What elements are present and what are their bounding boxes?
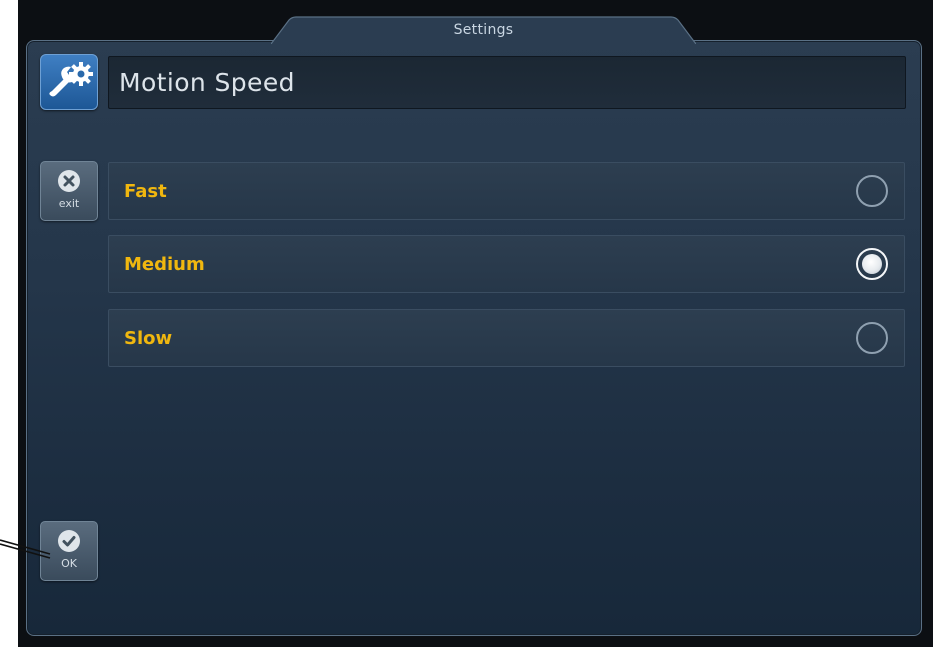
page-title: Motion Speed (119, 68, 295, 97)
exit-button[interactable]: exit (40, 161, 98, 221)
settings-app-button[interactable] (40, 54, 98, 110)
option-label: Slow (124, 328, 173, 349)
close-circle-icon (58, 170, 80, 192)
wrench-gear-icon (49, 62, 93, 97)
option-fast[interactable]: Fast (108, 162, 905, 220)
header-bar: Motion Speed (108, 56, 906, 109)
option-label: Fast (124, 181, 167, 202)
option-medium[interactable]: Medium (108, 235, 905, 293)
radio-button[interactable] (856, 322, 888, 354)
check-circle-icon (58, 530, 80, 552)
option-slow[interactable]: Slow (108, 309, 905, 367)
radio-button[interactable] (856, 175, 888, 207)
radio-button[interactable] (856, 248, 888, 280)
option-label: Medium (124, 254, 205, 275)
window-title: Settings (453, 22, 514, 38)
title-tab: Settings (271, 16, 696, 44)
callout-line (0, 539, 51, 559)
exit-label: exit (58, 197, 80, 210)
